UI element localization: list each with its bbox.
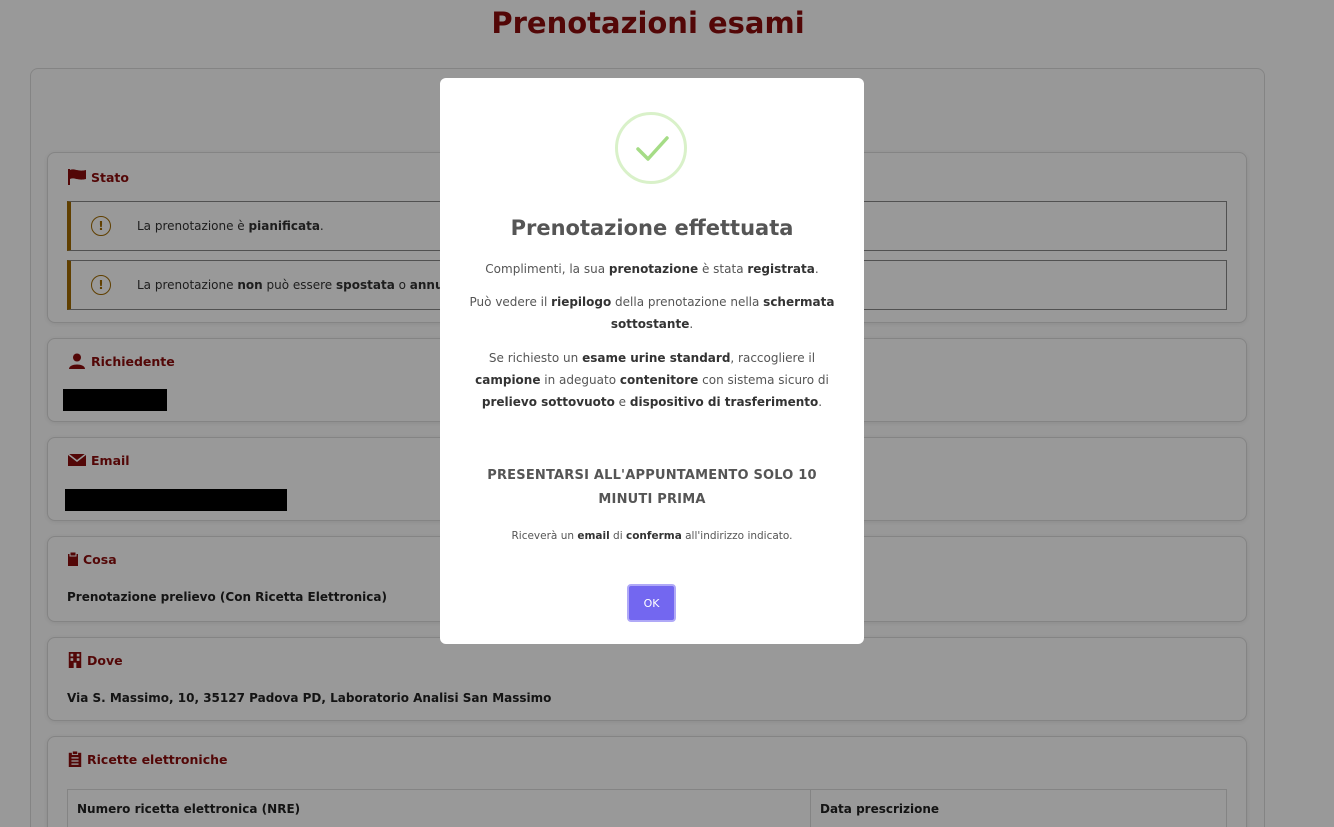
dialog-title: Prenotazione effettuata [510, 216, 794, 240]
success-check-icon [615, 112, 687, 184]
dialog-paragraph-urine-sample: Se richiesto un esame urine standard, ra… [475, 351, 829, 409]
dialog-paragraph-registered: Complimenti, la sua prenotazione è stata… [485, 262, 819, 276]
dialog-paragraph-summary: Può vedere il riepilogo della prenotazio… [469, 295, 835, 331]
checkmark-icon [636, 136, 669, 161]
appointment-notice: PRESENTARSI ALL'APPUNTAMENTO SOLO 10 MIN… [487, 468, 817, 507]
ok-button[interactable]: OK [627, 584, 676, 622]
confirmation-email-note: Riceverà un email di conferma all'indiri… [511, 530, 793, 542]
success-dialog: Prenotazione effettuata Complimenti, la … [440, 78, 864, 644]
